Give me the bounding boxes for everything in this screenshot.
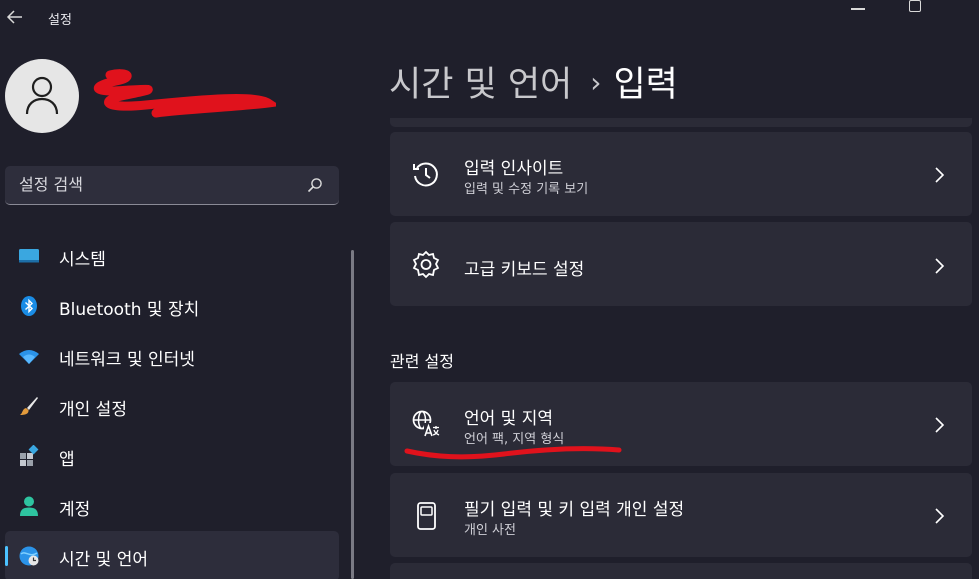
minimize-button[interactable] [851,8,865,10]
search-icon[interactable] [307,177,323,193]
card-title: 입력 인사이트 [464,159,564,179]
monitor-icon [19,249,39,263]
search-input[interactable] [5,166,295,203]
brush-icon [20,397,38,415]
nav-list: 시스템 Bluetooth 및 장치 네트워크 및 인터넷 개인 설정 앱 계정… [0,231,345,579]
sidebar-item-label: 앱 [59,450,75,470]
active-indicator [5,546,8,566]
redacted-username [94,69,276,118]
sidebar-item-apps[interactable]: 앱 [5,431,339,481]
sidebar-item-label: 시간 및 언어 [59,550,149,570]
section-title-related: 관련 설정 [390,352,454,371]
partial-card[interactable] [390,118,972,127]
wifi-icon [19,350,39,364]
chevron-right-icon [935,417,945,433]
history-icon [413,162,438,187]
bluetooth-icon [21,296,37,316]
sidebar-item-bluetooth[interactable]: Bluetooth 및 장치 [5,281,339,331]
card-title: 언어 및 지역 [464,409,554,429]
chevron-right-icon [935,167,945,183]
sidebar: 시스템 Bluetooth 및 장치 네트워크 및 인터넷 개인 설정 [0,36,360,579]
avatar[interactable] [5,59,79,133]
card-subtitle: 개인 사전 [464,523,516,538]
card-advanced-keyboard[interactable]: 고급 키보드 설정 [390,222,972,306]
sidebar-item-personalization[interactable]: 개인 설정 [5,381,339,431]
sidebar-item-network[interactable]: 네트워크 및 인터넷 [5,331,339,381]
sidebar-item-time-language[interactable]: 시간 및 언어 [5,531,339,579]
sidebar-scrollbar[interactable] [351,250,354,579]
sidebar-item-label: 시스템 [59,250,106,270]
apps-icon [20,445,39,466]
redaction-underline [404,446,622,460]
card-handwriting-typing[interactable]: 필기 입력 및 키 입력 개인 설정 개인 사전 [390,473,972,557]
app-title: 설정 [48,13,72,28]
search-box[interactable] [5,166,339,205]
sidebar-item-system[interactable]: 시스템 [5,231,339,281]
sidebar-item-label: 계정 [59,500,91,520]
breadcrumb-separator: › [590,66,602,99]
globe-clock-icon [19,546,39,566]
gear-icon [412,250,440,279]
title-bar: 설정 [0,0,979,36]
breadcrumb: 시간 및 언어 › 입력 [389,56,678,107]
back-arrow-icon[interactable] [6,7,24,27]
notebook-icon [417,502,436,530]
card-typing-insights[interactable]: 입력 인사이트 입력 및 수정 기록 보기 [390,132,972,216]
sidebar-item-label: 개인 설정 [59,400,127,420]
card-title: 고급 키보드 설정 [464,260,585,280]
chevron-right-icon [935,258,945,274]
language-icon [412,410,440,438]
partial-card-bottom[interactable] [390,563,972,579]
card-subtitle: 입력 및 수정 기록 보기 [464,182,589,197]
sidebar-item-accounts[interactable]: 계정 [5,481,339,531]
maximize-button[interactable] [909,0,921,12]
page-title: 입력 [613,65,678,105]
person-outline-icon [25,76,59,115]
breadcrumb-parent[interactable]: 시간 및 언어 [389,65,572,105]
chevron-right-icon [935,508,945,524]
card-title: 필기 입력 및 키 입력 개인 설정 [464,500,685,520]
person-icon [20,496,38,516]
sidebar-item-label: 네트워크 및 인터넷 [59,350,195,370]
sidebar-item-label: Bluetooth 및 장치 [59,300,200,320]
